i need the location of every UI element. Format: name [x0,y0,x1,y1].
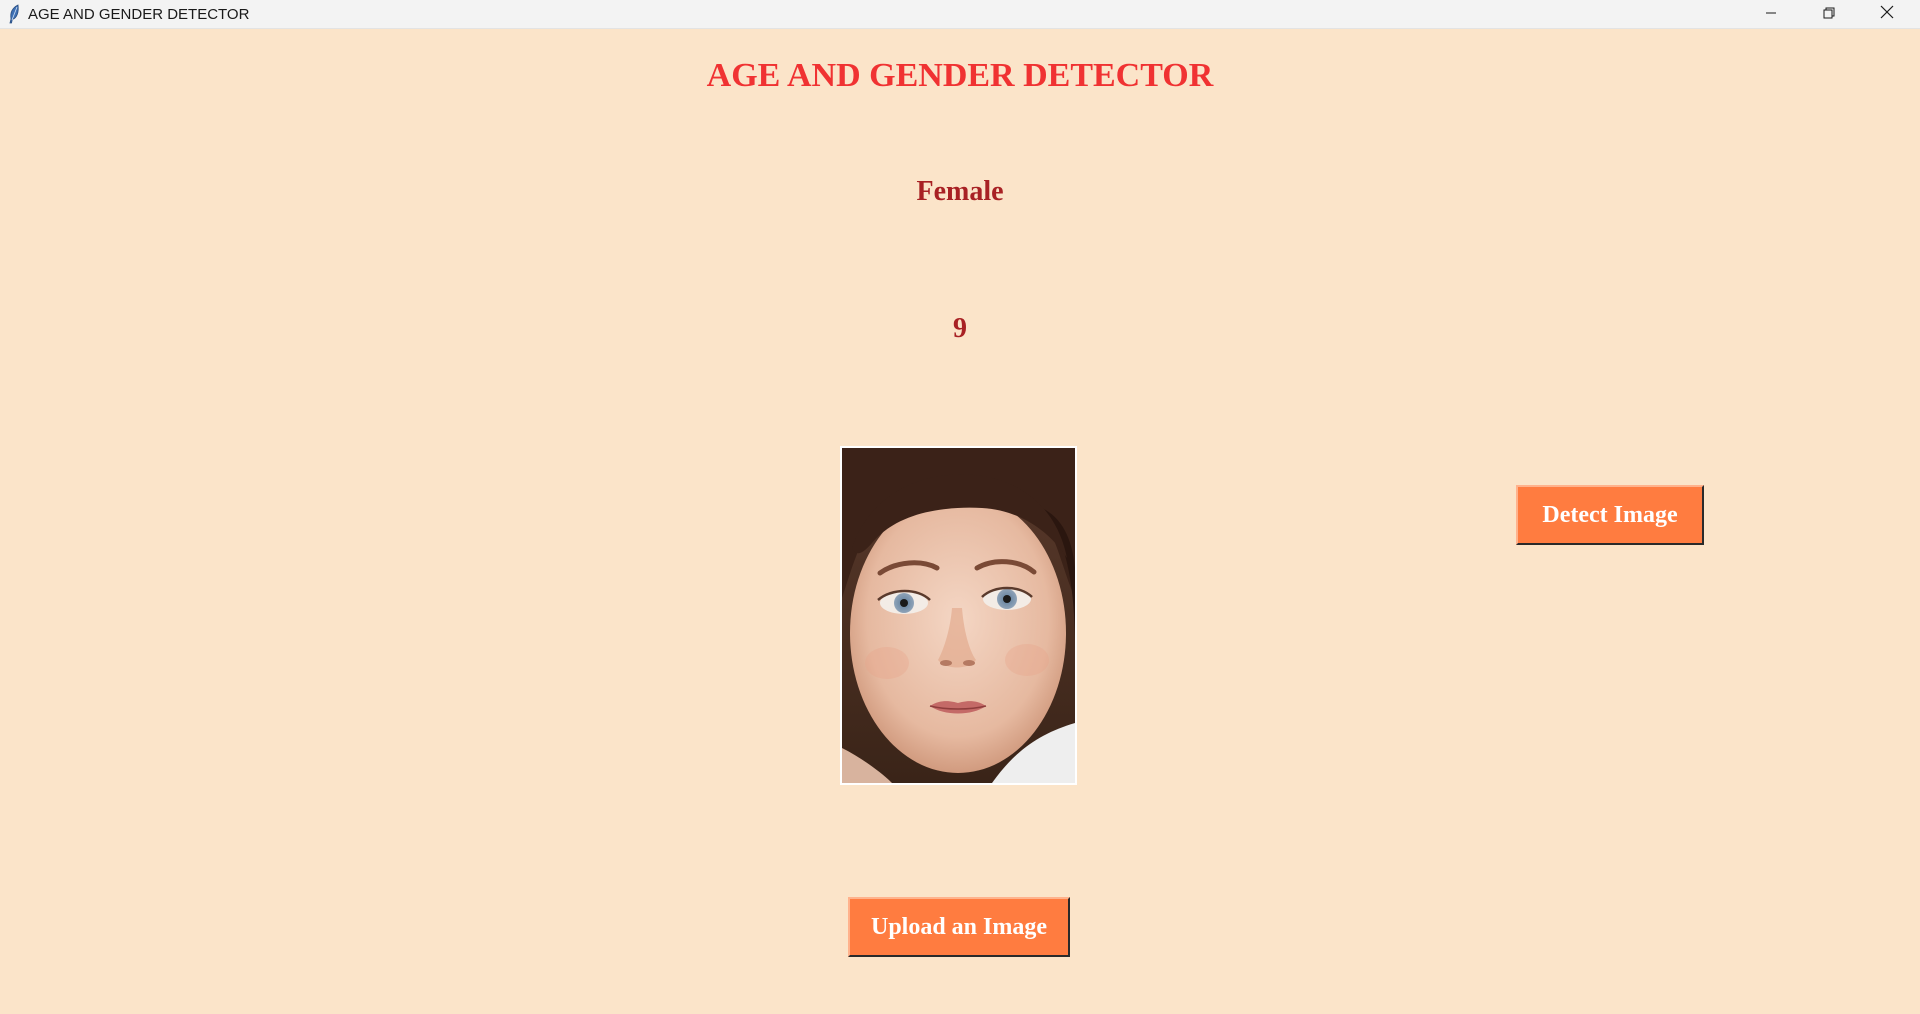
uploaded-face-photo [840,446,1077,785]
age-result-label: 9 [953,313,967,344]
minimize-button[interactable] [1742,0,1800,29]
restore-button[interactable] [1800,0,1858,29]
restore-icon [1823,6,1835,24]
page-heading: AGE AND GENDER DETECTOR [706,57,1214,94]
window-title: AGE AND GENDER DETECTOR [28,6,250,23]
close-button[interactable] [1858,0,1916,29]
detect-image-button[interactable]: Detect Image [1516,485,1704,545]
gender-result-label: Female [916,176,1004,207]
close-icon [1880,5,1894,24]
upload-image-button[interactable]: Upload an Image [848,897,1070,957]
title-bar: AGE AND GENDER DETECTOR [0,0,1920,29]
app-window: AGE AND GENDER DETECTOR AGE AND GENDER D… [0,0,1920,1014]
feather-icon [6,4,22,24]
minimize-icon [1765,6,1777,24]
